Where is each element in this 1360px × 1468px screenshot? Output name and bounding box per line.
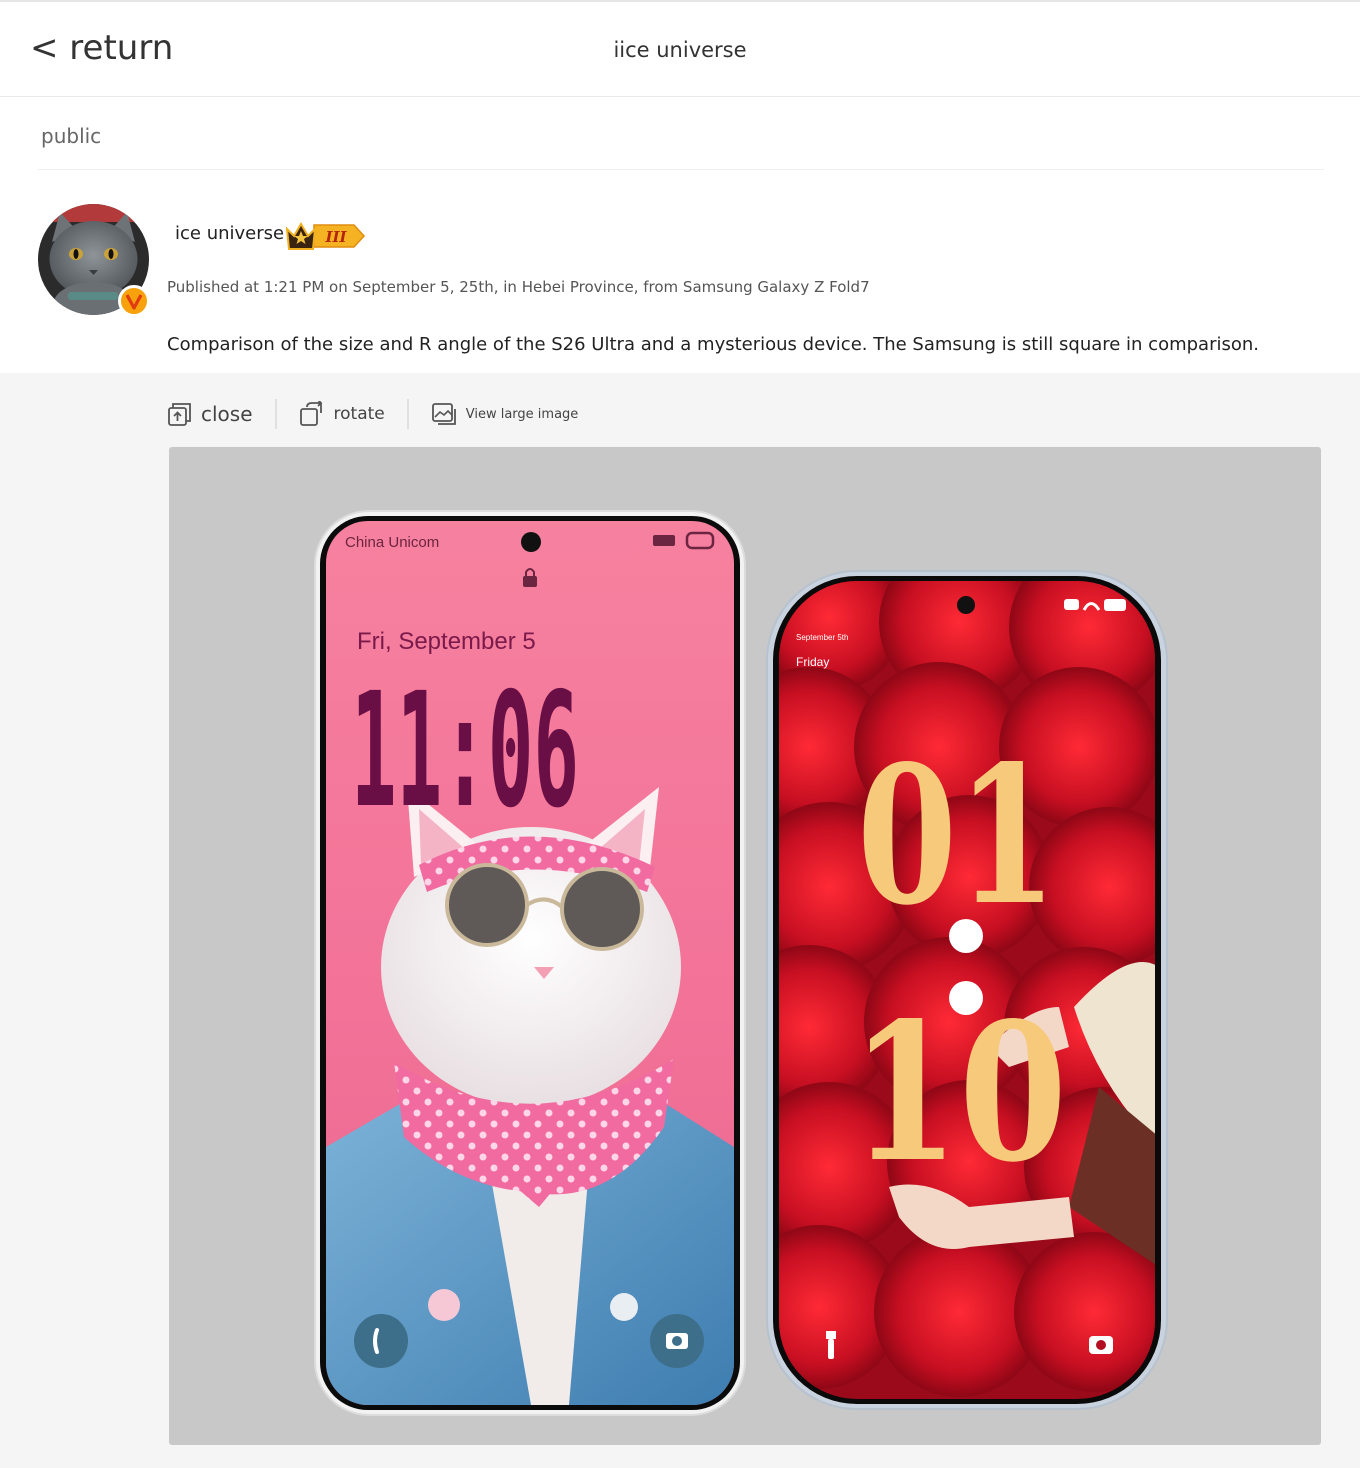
front-camera-icon bbox=[957, 596, 975, 614]
top-bar: < return iice universe bbox=[0, 0, 1360, 97]
left-phone-clock: 11:06 bbox=[351, 659, 579, 843]
clock-separator-dot bbox=[949, 919, 983, 953]
view-large-image-button[interactable]: View large image bbox=[431, 401, 579, 427]
battery-icon bbox=[1104, 599, 1126, 611]
phone-shortcut-icon bbox=[354, 1314, 408, 1368]
close-button[interactable]: close bbox=[167, 402, 253, 427]
view-large-image-label: View large image bbox=[465, 406, 579, 422]
status-icons bbox=[1064, 599, 1079, 610]
collapse-icon bbox=[168, 402, 191, 426]
visibility-label: public bbox=[41, 124, 102, 148]
right-phone-clock-minute: 10 bbox=[851, 981, 1067, 1204]
image-icon bbox=[431, 403, 456, 425]
level-badge-icon: III bbox=[285, 222, 366, 250]
author-name[interactable]: ice universe bbox=[175, 223, 284, 244]
left-phone-date: Fri, September 5 bbox=[357, 628, 536, 655]
status-icons bbox=[653, 535, 675, 546]
phone-comparison-photo: China Unicom Fri, September 5 11:06 Sept… bbox=[314, 510, 1168, 1416]
camera-icon bbox=[1089, 1336, 1113, 1354]
right-phone-weekday: Friday bbox=[796, 655, 829, 669]
post-meta: Published at 1:21 PM on September 5, 25t… bbox=[167, 278, 870, 296]
page-title: iice universe bbox=[613, 38, 747, 62]
rotate-icon bbox=[299, 401, 322, 426]
toolbar-divider bbox=[274, 399, 277, 429]
verified-badge-icon bbox=[118, 285, 150, 317]
image-toolbar: close rotate View large image bbox=[167, 398, 578, 430]
rotate-label: rotate bbox=[333, 404, 385, 424]
level-badge-text: III bbox=[324, 228, 347, 246]
right-phone-clock-hour: 01 bbox=[857, 724, 1057, 947]
section-divider bbox=[38, 169, 1324, 170]
rotate-button[interactable]: rotate bbox=[299, 401, 385, 427]
close-label: close bbox=[201, 402, 253, 426]
post-text: Comparison of the size and R angle of th… bbox=[167, 334, 1260, 355]
right-phone-date: September 5th bbox=[796, 633, 848, 642]
post-image[interactable]: China Unicom Fri, September 5 11:06 Sept… bbox=[169, 447, 1321, 1445]
toolbar-divider bbox=[406, 399, 409, 429]
front-camera-icon bbox=[521, 532, 541, 552]
left-phone-carrier: China Unicom bbox=[345, 534, 439, 551]
